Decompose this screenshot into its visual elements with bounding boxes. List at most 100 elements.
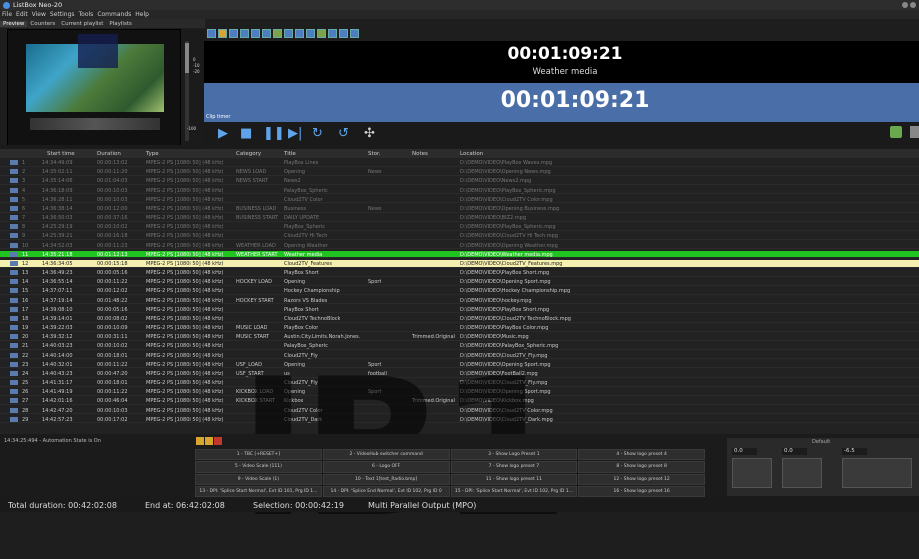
tab-playlists[interactable]: Playlists [106,21,134,27]
print-icon[interactable] [240,28,249,38]
table-row[interactable]: 1 14:34:49:09 00:00:13:02 MPEG-2 PS [1080i … [0,159,919,167]
add-icon[interactable] [273,28,282,38]
next-icon[interactable]: ▶| [288,126,302,141]
tab-counters[interactable]: Counters [27,21,58,27]
command-button[interactable]: 7 - Show logo preset 7 [450,461,578,473]
command-button[interactable]: 11 - Show logo preset 11 [450,473,578,485]
table-row[interactable]: 4 14:36:18:09 00:00:10:03 MPEG-2 PS [1080i … [0,187,919,195]
vu-tick: -20 [193,69,200,74]
tab-preview[interactable]: Preview [0,20,28,27]
menu-settings[interactable]: Settings [50,11,75,18]
refresh-icon[interactable] [317,28,326,38]
command-button[interactable]: 16 - Show logo preset 16 [578,485,705,497]
menu-edit[interactable]: Edit [16,11,28,18]
monitor-icon[interactable] [339,28,348,38]
command-button[interactable]: 10 - Text 1[test_Radio.bmp] [322,473,450,485]
command-button[interactable]: 3 - Show Logo Preset 1 [450,449,578,461]
cell-stor: Sport [368,279,382,286]
cell-start: 14:34:49:09 [42,160,73,166]
command-button[interactable]: 9 - Video Scale (1) [195,473,322,485]
delete-icon[interactable] [284,28,293,38]
command-button[interactable]: 5 - Video Scale (111) [195,461,322,473]
col-stor[interactable]: Stor. [368,151,381,157]
table-row[interactable]: 12 14:36:34:05 00:00:15:18 MPEG-2 PS [1080i… [0,259,919,268]
col-location[interactable]: Location [460,151,483,157]
audio-value[interactable]: -6.5 [842,448,867,455]
settings-icon[interactable] [350,28,359,38]
layout-icon[interactable] [328,28,337,38]
table-row[interactable]: 15 14:37:07:11 00:00:12:02 MPEG-2 PS [1080i… [0,287,919,296]
cell-dur: 00:00:11:22 [97,279,128,286]
open-folder-icon[interactable] [218,28,227,38]
stop-icon[interactable]: ■ [240,126,252,141]
table-row[interactable]: 14 14:36:55:14 00:00:11:22 MPEG-2 PS [1080i… [0,278,919,286]
menu-view[interactable]: View [32,11,46,18]
command-button[interactable]: 13 - DPI: 'Splice Start Normal', Evt ID … [195,485,322,497]
table-row[interactable]: 8 14:25:29:19 00:00:10:02 MPEG-2 PS [1080i … [0,223,919,231]
audio-value[interactable]: 0.0 [732,448,757,455]
audio-fader[interactable] [842,458,912,488]
command-button[interactable]: 15 - DPI: 'Splice Start Normal', Evt ID … [450,485,578,497]
cell-title: Opening Weather [284,242,328,249]
col-title[interactable]: Title [284,151,296,157]
col-category[interactable]: Category [236,151,261,157]
command-button[interactable]: 6 - Logo OFF [322,461,450,473]
table-row[interactable]: 9 14:25:39:21 00:00:16:18 MPEG-2 PS [1080i … [0,232,919,241]
bookmark-icon[interactable] [205,437,213,445]
table-row[interactable]: 7 14:36:50:03 00:00:37:16 MPEG-2 PS [1080i … [0,214,919,222]
cell-title: Razors VS Blades [284,297,328,304]
table-row[interactable]: 5 14:36:28:11 00:00:10:03 MPEG-2 PS [1080i … [0,196,919,204]
cell-type: MPEG-2 PS [1080i 50] (48 kHz) [146,160,224,166]
export-icon[interactable] [910,126,919,138]
cell-loc: D:\DEMO\VIDEO\Opening Business.mpg [460,205,560,212]
table-row[interactable]: 16 14:37:19:14 00:01:48:22 MPEG-2 PS [1080i… [0,297,919,305]
command-button[interactable]: 12 - Show logo preset 12 [578,473,705,485]
audio-value[interactable]: 0.0 [782,448,807,455]
command-button[interactable]: 1 - TBC [+RESET+] [195,449,322,461]
new-icon[interactable] [207,28,216,38]
table-row[interactable]: 6 14:36:38:14 00:00:12:00 MPEG-2 PS [1080i … [0,205,919,213]
col-duration[interactable]: Duration [97,151,121,157]
save-icon[interactable] [229,28,238,38]
close-button[interactable] [910,2,916,8]
table-row[interactable]: 3 14:35:14:06 00:01:04:03 MPEG-2 PS [1080i … [0,177,919,186]
row-status-icon [10,398,18,404]
insert-icon[interactable] [262,28,271,38]
audio-fader[interactable] [782,458,822,488]
col-notes[interactable]: Notes [412,151,428,157]
col-type[interactable]: Type [146,151,159,157]
table-row[interactable]: 13 14:36:49:23 00:00:05:16 MPEG-2 PS [1080i… [0,269,919,277]
grid-icon[interactable] [306,28,315,38]
menu-file[interactable]: File [2,11,12,18]
table-row[interactable]: 10 14:34:52:03 00:00:11:23 MPEG-2 PS [1080i… [0,242,919,250]
audio-fader[interactable] [732,458,772,488]
properties-icon[interactable] [251,28,260,38]
command-button[interactable]: 4 - Show logo preset 4 [578,449,705,461]
move-icon[interactable] [295,28,304,38]
command-button[interactable]: 2 - VideoHub switcher command [322,449,450,461]
pause-icon[interactable]: ❚❚ [263,126,285,141]
rewind-icon[interactable]: ↺ [338,126,349,141]
star-icon[interactable] [196,437,204,445]
tab-current-playlist[interactable]: Current playlist [58,21,106,27]
table-row[interactable]: 11 14:35:21:18 00:01:12:13 MPEG-2 PS [1080i… [0,250,919,259]
table-row[interactable]: 2 14:35:02:11 00:00:11:20 MPEG-2 PS [1080i … [0,168,919,176]
loop-icon[interactable]: ↻ [312,126,323,141]
play-icon[interactable]: ▶ [218,126,228,141]
col-start-time[interactable]: Start time [47,151,75,157]
command-button[interactable]: 14 - DPI: 'Splice End Normal', Evt ID 10… [322,485,450,497]
menu-commands[interactable]: Commands [97,11,131,18]
table-row[interactable]: 17 14:39:08:10 00:00:05:16 MPEG-2 PS [1080i… [0,306,919,314]
cell-start: 14:41:31:17 [42,380,73,387]
minimize-button[interactable] [902,2,908,8]
cell-start: 14:42:01:16 [42,398,73,405]
table-row[interactable]: 18 14:39:14:01 00:00:08:02 MPEG-2 PS [1080i… [0,315,919,323]
command-button[interactable]: 8 - Show logo preset 8 [578,461,705,473]
menu-help[interactable]: Help [135,11,149,18]
cell-dur: 00:01:12:13 [97,251,128,258]
stop-command-icon[interactable] [214,437,222,445]
menu-tools[interactable]: Tools [79,11,94,18]
table-row[interactable]: 19 14:39:22:03 00:00:10:09 MPEG-2 PS [1080i… [0,324,919,332]
network-icon[interactable]: ✣ [364,126,375,141]
schedule-icon[interactable] [890,126,902,138]
